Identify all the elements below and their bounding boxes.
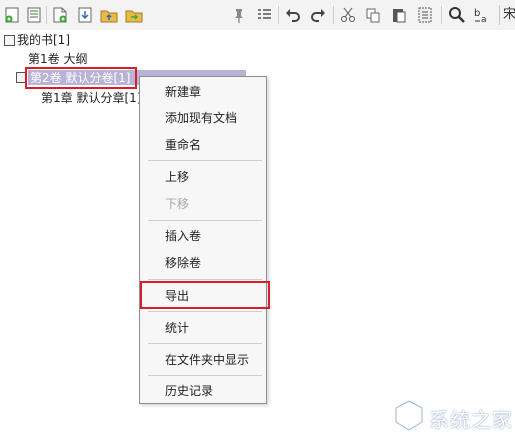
- context-menu: 新建章 添加现有文档 重命名 上移 下移 插入卷 移除卷 导出 统计 在文件夹中…: [139, 76, 267, 404]
- import-icon[interactable]: [75, 5, 95, 25]
- menu-item-show-in-folder[interactable]: 在文件夹中显示: [165, 352, 249, 368]
- menu-item-insert-volume[interactable]: 插入卷: [165, 228, 201, 244]
- folder-up-icon[interactable]: [99, 5, 119, 25]
- cut-icon[interactable]: [338, 5, 358, 25]
- root-checkbox[interactable]: [4, 35, 15, 46]
- toolbar: ba 宋: [0, 0, 515, 31]
- tree-node-chapter-1[interactable]: 第1章 默认分章[1]: [41, 90, 141, 106]
- menu-separator: [148, 375, 262, 376]
- menu-item-history[interactable]: 历史记录: [165, 383, 213, 399]
- outline-icon[interactable]: [254, 5, 274, 25]
- menu-item-move-up[interactable]: 上移: [165, 169, 189, 185]
- menu-item-move-down: 下移: [165, 197, 190, 211]
- book-list-icon[interactable]: [24, 5, 44, 25]
- folder-export-icon[interactable]: [124, 5, 144, 25]
- select-all-icon[interactable]: [415, 5, 435, 25]
- menu-item-remove-volume[interactable]: 移除卷: [165, 255, 201, 271]
- pin-icon[interactable]: [229, 5, 249, 25]
- new-book-icon[interactable]: [3, 5, 23, 25]
- copy-icon[interactable]: [363, 5, 383, 25]
- menu-item-add-existing-document[interactable]: 添加现有文档: [165, 110, 237, 126]
- menu-item-rename[interactable]: 重命名: [165, 137, 201, 153]
- svg-text:b: b: [474, 8, 480, 19]
- menu-separator: [148, 343, 262, 344]
- tree-node-volume-1[interactable]: 第1卷 大纲: [28, 51, 87, 67]
- menu-separator: [148, 160, 262, 161]
- menu-separator: [148, 220, 262, 221]
- font-selector[interactable]: 宋: [499, 5, 515, 25]
- redo-icon[interactable]: [308, 5, 328, 25]
- search-icon[interactable]: [447, 5, 467, 25]
- tree-node-root[interactable]: 我的书[1]: [17, 32, 70, 48]
- menu-item-new-chapter[interactable]: 新建章: [165, 84, 201, 100]
- menu-item-statistics[interactable]: 统计: [165, 320, 189, 336]
- highlight-box-volume: [25, 67, 137, 89]
- paste-icon[interactable]: [389, 5, 409, 25]
- replace-icon[interactable]: ba: [472, 5, 492, 25]
- watermark-text: 系统之家: [429, 408, 513, 432]
- watermark-logo-icon: [394, 399, 424, 432]
- new-document-icon[interactable]: [50, 5, 70, 25]
- menu-separator: [148, 279, 262, 280]
- watermark: 系统之家: [391, 398, 513, 434]
- svg-text:a: a: [481, 15, 487, 25]
- menu-separator: [148, 311, 262, 312]
- highlight-box-export: [140, 281, 270, 309]
- undo-icon[interactable]: [283, 5, 303, 25]
